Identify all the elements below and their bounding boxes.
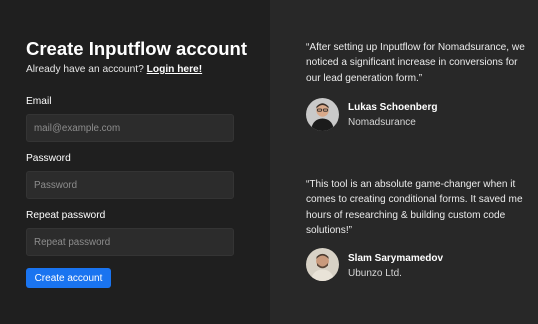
password-field[interactable] [26,171,234,199]
create-account-button[interactable]: Create account [26,268,111,288]
login-link[interactable]: Login here! [147,64,202,75]
person-avatar-icon [306,248,339,281]
testimonial-author-name: Lukas Schoenberg [348,102,438,113]
testimonial-author-company: Nomadsurance [348,117,416,128]
repeat-password-label: Repeat password [26,210,106,221]
avatar [306,248,339,281]
testimonial-author-company: Ubunzo Ltd. [348,268,402,279]
email-field[interactable] [26,114,234,142]
email-label: Email [26,96,52,107]
avatar [306,98,339,131]
testimonial-quote: “After setting up Inputflow for Nomadsur… [306,42,525,84]
signup-panel: Create Inputflow account Already have an… [0,0,270,324]
signin-prompt-text: Already have an account? [26,64,144,75]
testimonial-quote: “This tool is an absolute game-changer w… [306,179,523,236]
testimonials-panel: “After setting up Inputflow for Nomadsur… [270,0,538,324]
person-avatar-icon [306,98,339,131]
page-title: Create Inputflow account [26,38,247,59]
signin-prompt: Already have an account? Login here! [26,64,202,75]
repeat-password-field[interactable] [26,228,234,256]
testimonial-author-name: Slam Sarymamedov [348,253,444,264]
password-label: Password [26,153,71,164]
